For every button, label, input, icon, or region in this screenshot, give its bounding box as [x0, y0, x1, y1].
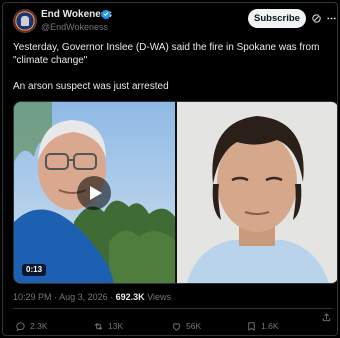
avatar[interactable]: [13, 9, 37, 33]
repost-button[interactable]: 13K: [93, 319, 123, 333]
more-icon[interactable]: [326, 13, 337, 24]
play-icon[interactable]: [77, 176, 111, 210]
author-handle[interactable]: @EndWokeness: [41, 22, 108, 32]
bookmark-count: 1.6K: [261, 321, 279, 331]
video-duration-badge: 0:13: [22, 264, 47, 276]
divider: [13, 308, 333, 309]
tweet-meta: 10:29 PM · Aug 3, 2026 · 692.3K Views: [13, 292, 171, 302]
avatar-emblem: [21, 16, 29, 26]
tweet-media: 0:13: [13, 101, 337, 284]
views-count: 692.3K: [115, 292, 145, 302]
bookmark-button[interactable]: 1.6K: [246, 319, 279, 333]
reply-button[interactable]: 2.3K: [15, 319, 48, 333]
subscribe-button[interactable]: Subscribe: [248, 9, 306, 28]
like-button[interactable]: 56K: [171, 319, 201, 333]
meta-separator: ·: [54, 292, 58, 302]
video-player[interactable]: 0:13: [14, 102, 175, 283]
photo-image: [177, 102, 337, 283]
tweet-card: End Wokeness @EndWokeness Subscribe Yest…: [2, 2, 338, 336]
heart-icon: [172, 322, 181, 331]
post-time[interactable]: 10:29 PM: [13, 292, 52, 302]
repost-count: 13K: [108, 321, 124, 331]
suspect-photo[interactable]: [177, 102, 337, 283]
post-date[interactable]: Aug 3, 2026: [59, 292, 108, 302]
tweet-text: Yesterday, Governor Inslee (D-WA) said t…: [13, 41, 333, 93]
like-count: 56K: [186, 321, 202, 331]
verified-badge-icon: [101, 9, 111, 19]
tweet-text-line-2: An arson suspect was just arrested: [13, 81, 169, 92]
repost-icon: [94, 322, 103, 330]
reply-count: 2.3K: [30, 321, 48, 331]
reply-icon: [16, 321, 25, 331]
meta-separator: ·: [110, 292, 114, 302]
views-label: Views: [147, 292, 172, 302]
grok-icon[interactable]: [311, 13, 322, 24]
bookmark-icon: [248, 321, 255, 331]
tweet-text-line-1: Yesterday, Governor Inslee (D-WA) said t…: [13, 42, 320, 66]
share-icon[interactable]: [321, 312, 332, 323]
